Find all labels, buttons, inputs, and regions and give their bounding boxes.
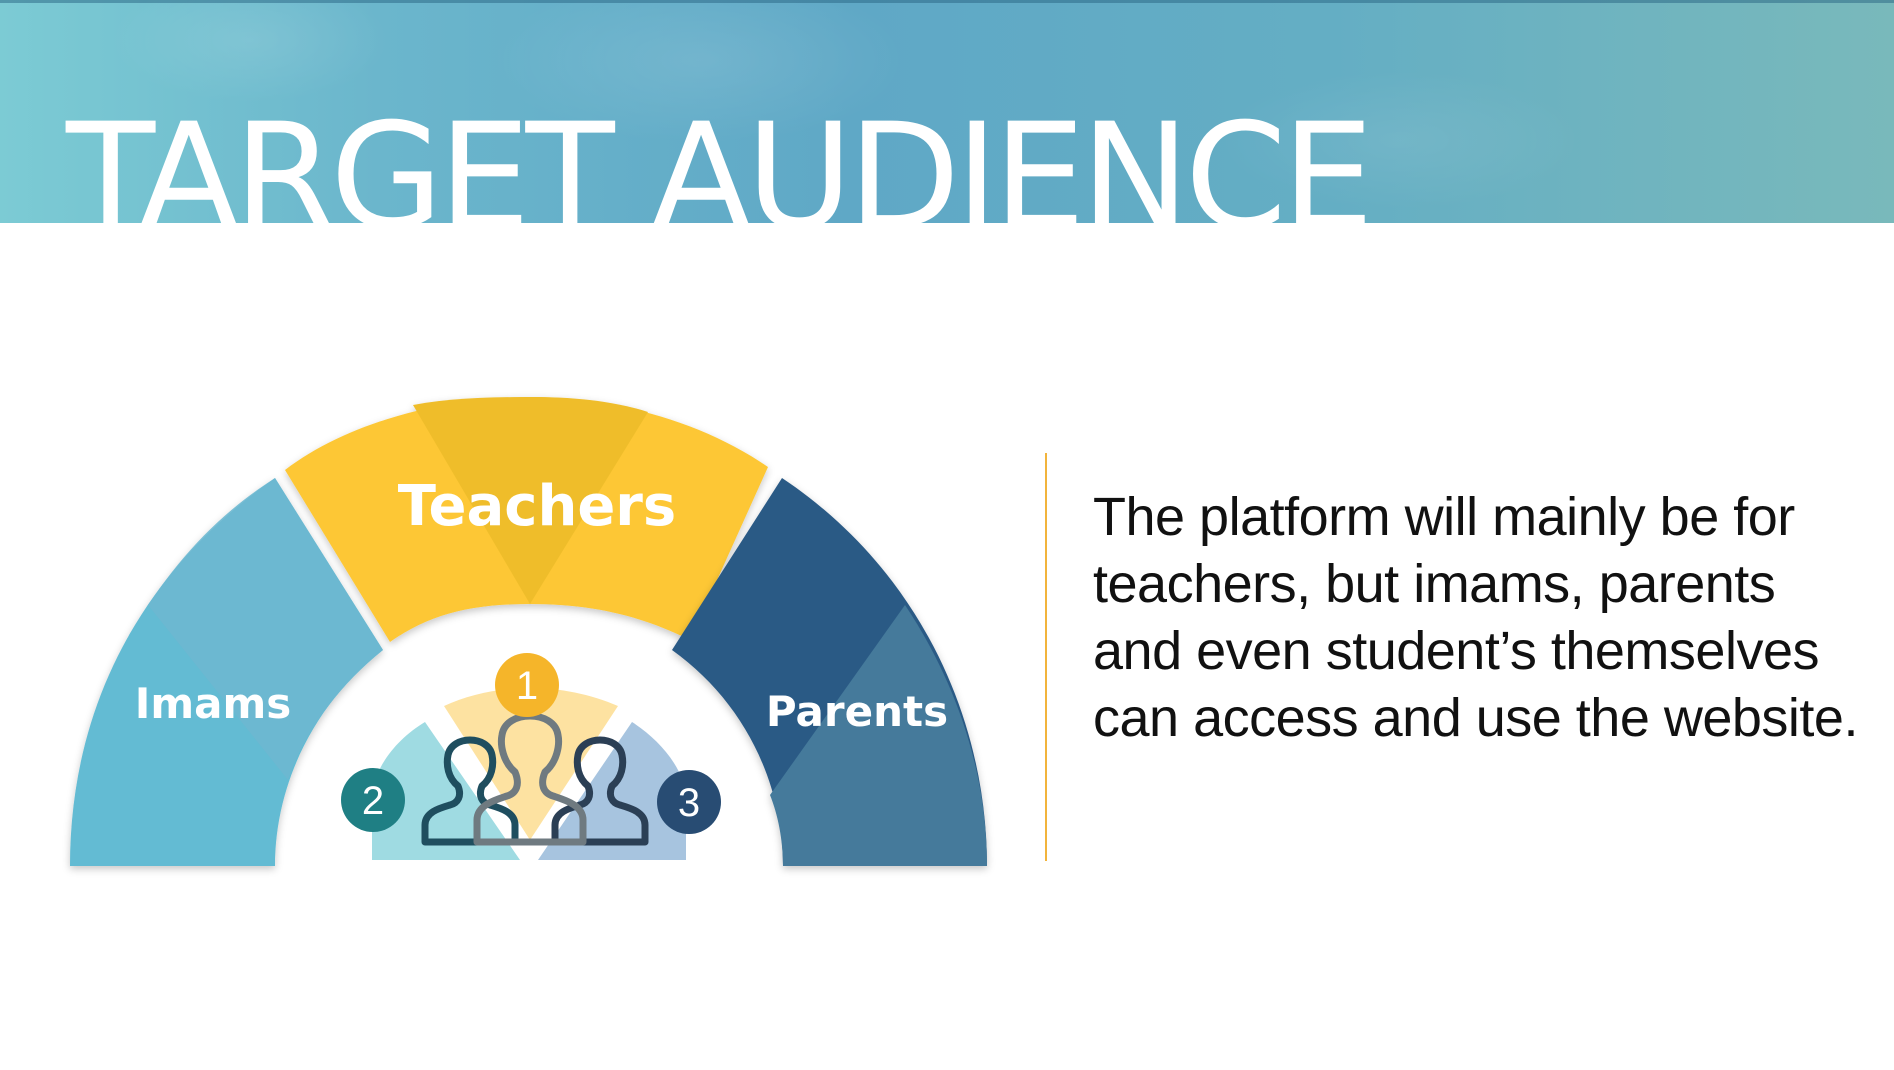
page-title: TARGET AUDIENCE <box>66 92 1374 223</box>
segment-label-parents: Parents <box>766 687 948 736</box>
segment-label-teachers: Teachers <box>398 474 677 539</box>
segment-label-imams: Imams <box>135 679 292 728</box>
header-band: TARGET AUDIENCE <box>0 0 1894 223</box>
vertical-divider <box>1045 453 1047 861</box>
badge-2: 2 <box>341 768 405 832</box>
description-text: The platform will mainly be for teachers… <box>1093 487 1858 748</box>
audience-diagram: Imams Teachers Parents 1 2 3 <box>70 397 987 866</box>
badge-2-label: 2 <box>362 779 384 823</box>
badge-1-label: 1 <box>516 664 538 708</box>
badge-3: 3 <box>657 770 721 834</box>
badge-1: 1 <box>495 653 559 717</box>
badge-3-label: 3 <box>678 781 700 825</box>
